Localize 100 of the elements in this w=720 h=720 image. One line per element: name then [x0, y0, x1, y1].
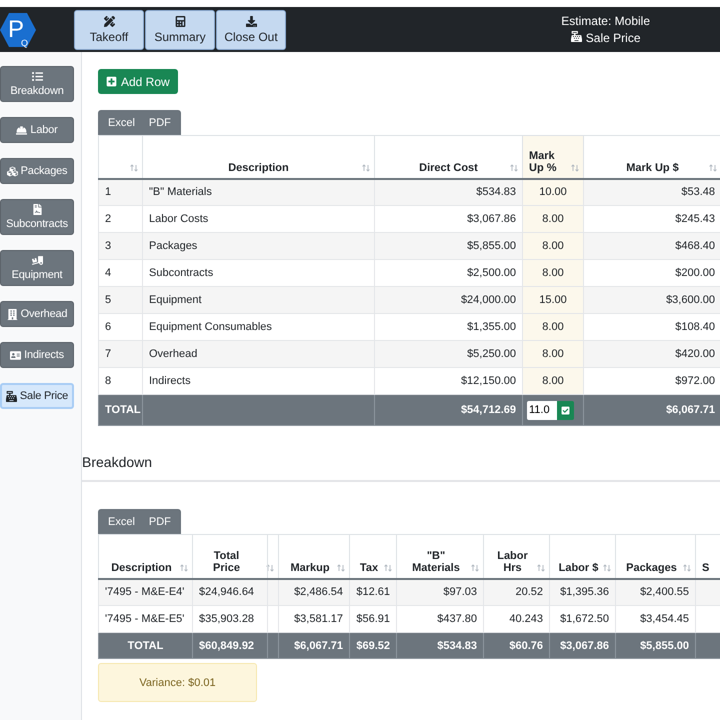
sort-icon[interactable]: [709, 164, 717, 172]
section-title: Breakdown: [82, 454, 720, 482]
export-button[interactable]: PDF: [142, 509, 178, 534]
sort-icon[interactable]: [130, 164, 138, 172]
table-cell: 8.00: [522, 206, 584, 232]
sort-icon[interactable]: [510, 164, 518, 172]
confirm-button[interactable]: [557, 400, 574, 420]
table-cell: 4: [98, 260, 142, 286]
table-cell: Overhead: [142, 340, 374, 368]
table-cell: $1,355.00: [374, 314, 522, 340]
table-cell: $420.00: [584, 340, 720, 368]
nav-button[interactable]: Close Out: [216, 10, 286, 50]
sort-icon[interactable]: [603, 564, 611, 572]
table-cell: $60.76: [484, 632, 550, 658]
column-header[interactable]: S: [696, 534, 720, 578]
nav-button[interactable]: Takeoff: [74, 10, 144, 50]
column-header[interactable]: Mark Up $: [584, 136, 720, 178]
sort-icon[interactable]: [683, 564, 691, 572]
table-cell: 1: [98, 178, 142, 206]
table-cell: $3,454.45: [616, 606, 696, 632]
list-icon: [32, 71, 42, 82]
nav-button[interactable]: Summary: [145, 10, 215, 50]
table-cell: $972.00: [584, 368, 720, 394]
table-cell: 20.52: [484, 578, 550, 606]
table-cell: $534.83: [396, 632, 484, 658]
table-cell: $24,946.64: [192, 578, 278, 606]
table-cell: $108.40: [584, 314, 720, 340]
plus-icon: [106, 76, 117, 87]
table-cell: $69.52: [350, 632, 396, 658]
sort-icon[interactable]: [180, 564, 188, 572]
table-cell: $56.91: [350, 606, 396, 632]
total-label: TOTAL: [98, 394, 142, 426]
table-cell: 8.00: [522, 340, 584, 368]
sort-icon[interactable]: [571, 164, 579, 172]
table-cell: 8.00: [522, 260, 584, 286]
table-cell: Equipment Consumables: [142, 314, 374, 340]
table-cell: $6,067.71: [278, 632, 350, 658]
table-cell: Subcontracts: [142, 260, 374, 286]
sidebar-button[interactable]: Sale Price: [0, 383, 74, 409]
table-cell: Equipment: [142, 286, 374, 314]
export-button[interactable]: Excel: [101, 509, 142, 534]
hard-hat-icon: [16, 124, 28, 136]
table-cell: 10.00: [522, 178, 584, 206]
sort-icon[interactable]: [471, 564, 479, 572]
logo-letter: Q: [20, 38, 28, 48]
table-cell: $54,712.69: [374, 394, 522, 426]
column-header[interactable]: [98, 136, 142, 178]
table-cell: $200.00: [584, 260, 720, 286]
calculator-icon: [174, 16, 186, 26]
page-title: Sale Price: [570, 31, 640, 45]
column-header[interactable]: Total Price: [192, 534, 278, 578]
export-button[interactable]: Excel: [101, 110, 142, 135]
sidebar-button[interactable]: Equipment: [0, 250, 74, 286]
table-cell: $3,067.86: [550, 632, 616, 658]
table-cell: 2: [98, 206, 142, 232]
column-header[interactable]: Labor Hrs: [484, 534, 550, 578]
table-cell: $468.40: [584, 232, 720, 260]
markup-input[interactable]: 11.0: [527, 400, 557, 420]
export-button[interactable]: PDF: [142, 110, 178, 135]
table-cell: 8: [98, 368, 142, 394]
table-cell: 8.00: [522, 368, 584, 394]
table-cell: $2,500.00: [374, 260, 522, 286]
sidebar-button[interactable]: Labor: [0, 117, 74, 143]
table-cell: $6,067.71: [584, 394, 720, 426]
table-cell: $3,581.17: [278, 606, 350, 632]
sort-icon[interactable]: [266, 564, 274, 572]
column-header[interactable]: Description: [98, 534, 192, 578]
variance-notice: Variance: $0.01: [98, 663, 257, 702]
sort-icon[interactable]: [337, 564, 345, 572]
column-header[interactable]: Labor $: [550, 534, 616, 578]
table-cell: $437.80: [396, 606, 484, 632]
add-row-button[interactable]: Add Row: [98, 69, 178, 94]
total-label: TOTAL: [98, 632, 192, 658]
table-cell: $12,150.00: [374, 368, 522, 394]
column-header[interactable]: Direct Cost: [374, 136, 522, 178]
sort-icon[interactable]: [362, 164, 370, 172]
sidebar-button[interactable]: Subcontracts: [0, 199, 74, 235]
column-header[interactable]: "B" Materials: [396, 534, 484, 578]
sidebar-button[interactable]: Indirects: [0, 342, 74, 368]
column-header[interactable]: Packages: [616, 534, 696, 578]
table-cell: Labor Costs: [142, 206, 374, 232]
column-header[interactable]: Mark Up %: [522, 136, 584, 178]
column-header[interactable]: Description: [142, 136, 374, 178]
column-header[interactable]: Markup: [278, 534, 350, 578]
logo-hexagon-icon: [0, 12, 36, 48]
table-cell: 5: [98, 286, 142, 314]
table-cell: $60,849.92: [192, 632, 278, 658]
table-cell: $97.03: [396, 578, 484, 606]
table-cell: $53.48: [584, 178, 720, 206]
column-header[interactable]: Tax: [350, 534, 396, 578]
download-icon: [246, 16, 256, 26]
sidebar-button[interactable]: Overhead: [0, 301, 74, 327]
sidebar-button[interactable]: Breakdown: [0, 66, 74, 102]
sort-icon[interactable]: [537, 564, 545, 572]
address-card-icon: [10, 350, 22, 360]
cubes-icon: [6, 166, 18, 176]
table-cell: 8.00: [522, 232, 584, 260]
table-cell: $24,000.00: [374, 286, 522, 314]
sidebar-button[interactable]: Packages: [0, 158, 74, 184]
sort-icon[interactable]: [384, 564, 392, 572]
